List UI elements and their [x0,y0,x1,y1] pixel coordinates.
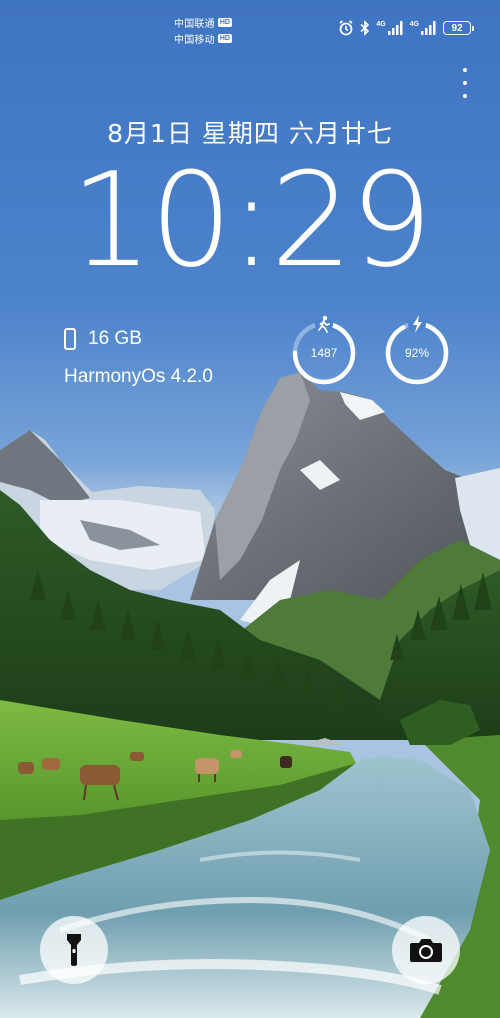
steps-widget[interactable]: 1487 [291,315,357,386]
signal-icon [387,21,403,35]
carrier-row-1: 中国联通 HD [174,15,244,30]
flashlight-button[interactable] [40,916,108,984]
camera-button[interactable] [392,916,460,984]
phone-icon [64,328,76,350]
flashlight-icon [67,934,81,966]
carrier-row-2: 中国移动 HD [174,31,244,46]
network-type-1: 4G [376,21,386,28]
clock-time: 10:29 [70,144,433,296]
charging-bolt-icon [413,315,422,333]
dot-icon [463,68,467,72]
signal-group-2: 4G [410,21,437,35]
battery-cap [472,25,474,31]
os-version: HarmonyOs 4.2.0 [64,366,213,387]
signal-icon-2 [421,21,436,35]
walking-icon [318,315,330,333]
carrier-block: 中国联通 HD 中国移动 HD [174,15,244,47]
dot-icon [463,94,467,98]
hd-badge-2: HD [217,33,232,43]
storage-label: 16 GB [88,328,142,349]
carrier-name-2: 中国移动 [174,34,215,46]
dot-icon [463,81,467,85]
bluetooth-icon [360,20,370,36]
status-icons: 4G 4G 92 [338,20,474,36]
carrier-name-1: 中国联通 [174,18,215,30]
network-type-2: 4G [409,21,419,28]
lock-screen: 中国联通 HD 中国移动 HD 4G 4G 92 8月1日 星期四 六月廿七 1… [0,0,500,1018]
signal-group-1: 4G [376,21,403,35]
alarm-icon [339,20,353,36]
battery-indicator: 92 [443,21,471,35]
camera-icon [410,939,442,962]
storage-info: 16 GB [64,328,142,350]
battery-widget[interactable]: 92% [384,315,450,386]
steps-value: 1487 [310,346,338,360]
battery-percent: 92% [404,346,430,360]
hd-badge-1: HD [217,17,232,27]
more-options-button[interactable] [460,68,470,98]
